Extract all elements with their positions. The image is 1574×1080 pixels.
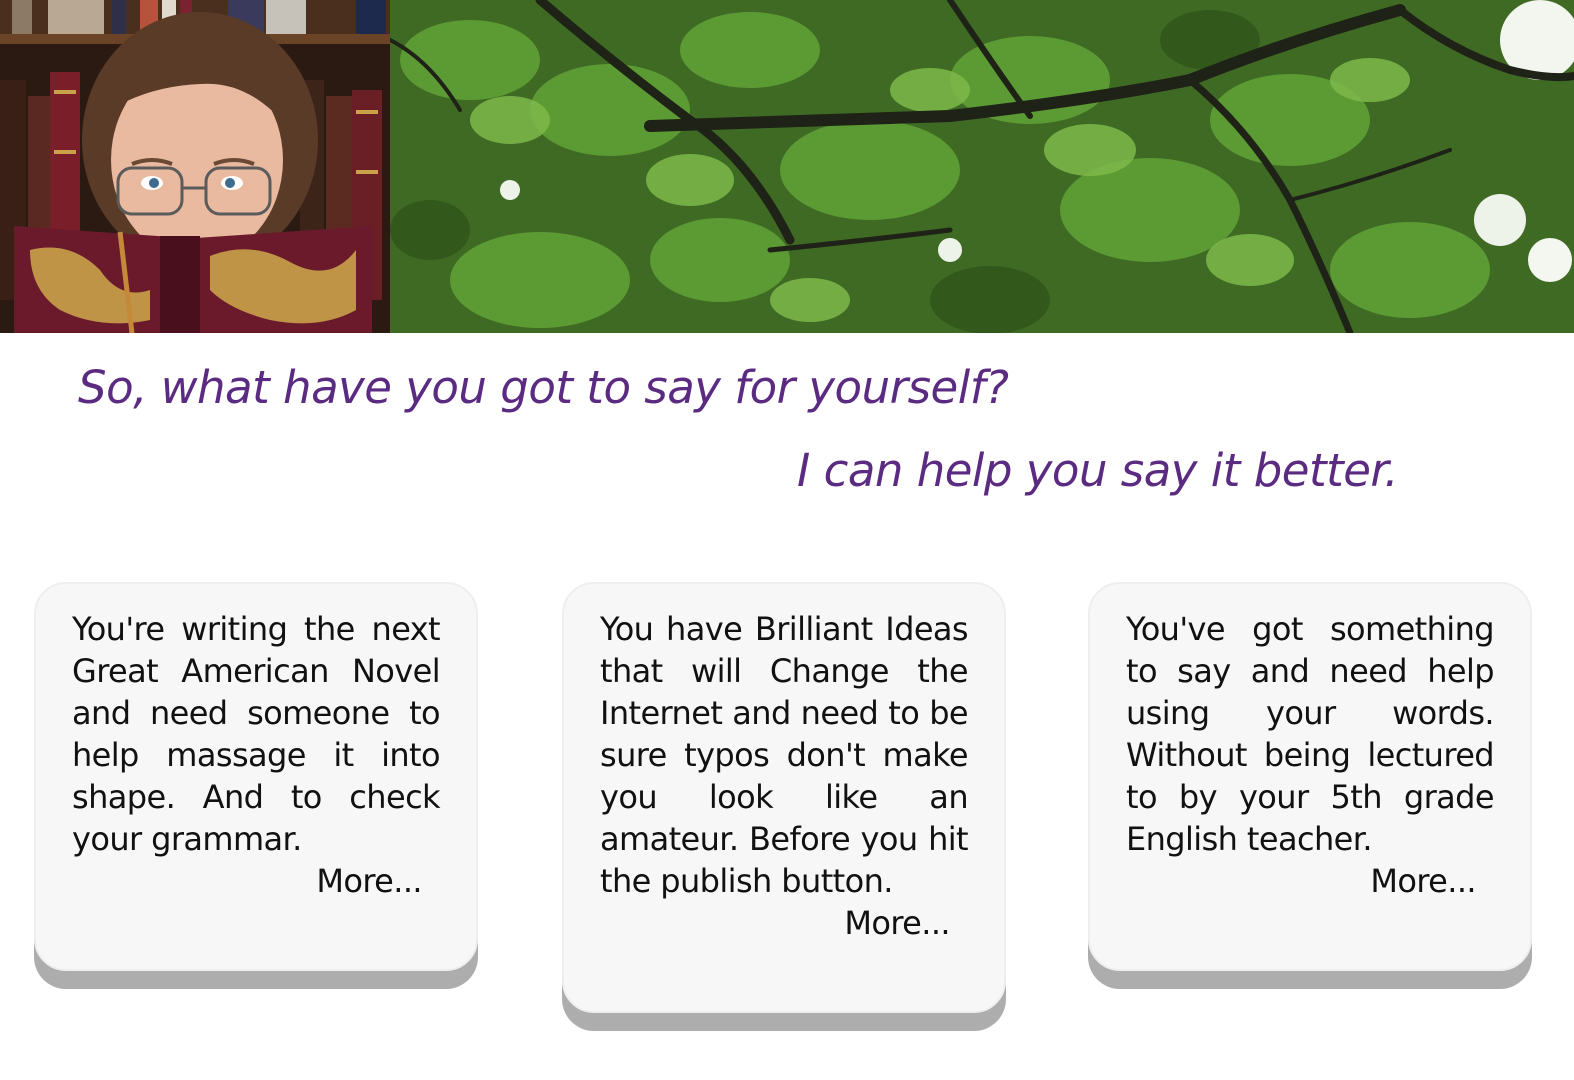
more-link[interactable]: More...	[600, 902, 950, 944]
tree-canopy-photo	[390, 0, 1574, 333]
card-description: You're writing the next Great American N…	[72, 610, 441, 858]
service-card-bloggers: You have Brilliant Ideas that will Chang…	[562, 582, 1006, 1013]
portrait-photo	[0, 0, 390, 333]
tagline-answer: I can help you say it better.	[797, 444, 1399, 497]
card-description: You've got something to say and need hel…	[1126, 610, 1495, 858]
tagline-question: So, what have you got to say for yoursel…	[78, 361, 1009, 414]
card-description: You have Brilliant Ideas that will Chang…	[600, 610, 969, 900]
service-card-novelists: You're writing the next Great American N…	[34, 582, 478, 971]
header-banner	[0, 0, 1574, 333]
service-card-writers: You've got something to say and need hel…	[1088, 582, 1532, 971]
more-link[interactable]: More...	[1126, 860, 1476, 902]
more-link[interactable]: More...	[72, 860, 422, 902]
